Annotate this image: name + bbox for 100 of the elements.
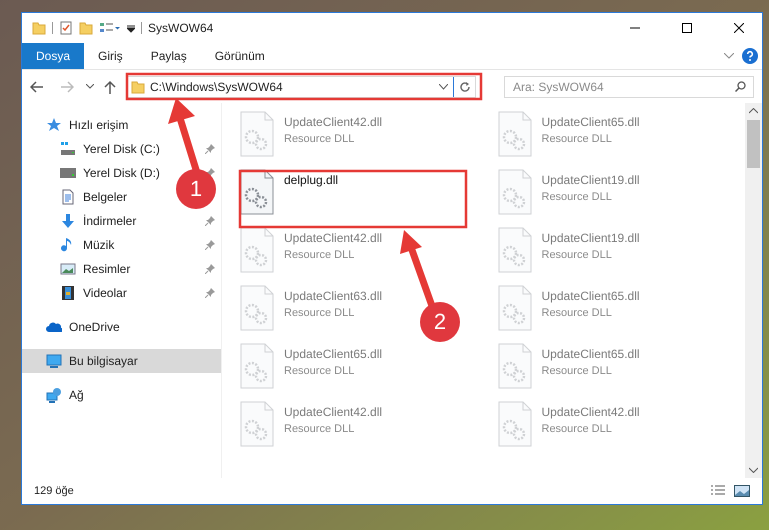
pin-icon[interactable]	[205, 144, 215, 154]
file-type: Resource DLL	[542, 248, 613, 263]
file-type: Resource DLL	[284, 364, 356, 379]
file-item[interactable]: UpdateClient65.dll Resource DLL	[240, 343, 382, 389]
file-type: Resource DLL	[284, 248, 356, 263]
settings-file-icon	[498, 227, 532, 273]
file-item[interactable]: UpdateClient42.dll Resource DLL	[240, 227, 382, 273]
settings-file-icon	[498, 401, 532, 447]
file-name: delplug.dll	[284, 172, 338, 189]
scroll-thumb[interactable]	[747, 120, 760, 168]
file-type: Resource DLL	[542, 306, 613, 321]
file-name: UpdateClient42.dll	[284, 114, 382, 131]
file-name: UpdateClient65.dll	[542, 288, 640, 305]
search-icon[interactable]	[735, 80, 746, 92]
file-item[interactable]: UpdateClient65.dll Resource DLL	[498, 111, 640, 157]
pin-icon[interactable]	[205, 288, 215, 298]
address-bar[interactable]: C:\Windows\SysWOW64	[126, 76, 476, 98]
nav-item[interactable]: İndirmeler	[60, 212, 136, 230]
pin-icon[interactable]	[205, 264, 215, 274]
pin-icon[interactable]	[205, 240, 215, 250]
file-item[interactable]: UpdateClient65.dll Resource DLL	[498, 285, 640, 331]
scrollbar[interactable]	[745, 103, 762, 478]
file-type: Resource DLL	[542, 364, 613, 379]
callout-number: 1	[188, 178, 204, 200]
drive-icon	[60, 141, 76, 157]
file-item[interactable]: UpdateClient42.dll Resource DLL	[240, 401, 382, 447]
nav-item[interactable]: Resimler	[60, 260, 130, 278]
pin-icon[interactable]	[205, 216, 215, 226]
settings-file-icon	[240, 401, 274, 447]
scroll-down-icon[interactable]	[749, 467, 758, 473]
settings-file-icon	[240, 343, 274, 389]
expand-ribbon-icon[interactable]	[724, 53, 734, 59]
search-field[interactable]: Ara: SysWOW64	[504, 76, 754, 98]
file-item[interactable]: UpdateClient19.dll Resource DLL	[498, 169, 640, 215]
window-title: SysWOW64	[148, 20, 214, 37]
close-icon	[734, 23, 744, 33]
settings-file-icon	[240, 285, 274, 331]
document-icon	[60, 189, 76, 205]
file-item[interactable]: UpdateClient42.dll Resource DLL	[498, 401, 640, 447]
down-arrow-icon	[60, 213, 76, 229]
file-item[interactable]: UpdateClient63.dll Resource DLL	[240, 285, 382, 331]
callout-number: 2	[432, 311, 448, 333]
nav-item[interactable]: Belgeler	[60, 188, 128, 206]
customize-toolbar-icon[interactable]	[127, 23, 135, 33]
nav-item[interactable]: Yerel Disk (D:)	[60, 164, 160, 182]
file-type: Resource DLL	[284, 132, 356, 147]
file-item[interactable]: UpdateClient65.dll Resource DLL	[498, 343, 640, 389]
file-name: UpdateClient63.dll	[284, 288, 382, 305]
ribbon-tab[interactable]: Paylaş	[136, 43, 201, 69]
scroll-up-icon[interactable]	[749, 108, 758, 114]
nav-item[interactable]: OneDrive	[46, 318, 120, 336]
file-type: Resource DLL	[542, 422, 613, 437]
file-name: UpdateClient42.dll	[542, 404, 640, 421]
file-item[interactable]: delplug.dll	[240, 169, 338, 215]
picture-icon	[60, 261, 76, 277]
settings-file-icon	[240, 111, 274, 157]
settings-file-icon	[498, 111, 532, 157]
nav-item[interactable]: Videolar	[60, 284, 127, 302]
file-item[interactable]: UpdateClient42.dll Resource DLL	[240, 111, 382, 157]
file-name: UpdateClient42.dll	[284, 404, 382, 421]
file-name: UpdateClient42.dll	[284, 230, 382, 247]
settings-file-icon	[240, 227, 274, 273]
file-name: UpdateClient19.dll	[542, 230, 640, 247]
settings-file-icon	[240, 169, 274, 215]
view-options-icon[interactable]	[99, 21, 121, 35]
folder-icon	[131, 80, 145, 94]
back-arrow-icon[interactable]	[30, 80, 44, 92]
drive-icon	[60, 165, 76, 181]
recent-locations-icon[interactable]	[86, 84, 94, 89]
callout-marker	[176, 169, 216, 209]
nav-item[interactable]: Hızlı erişim	[46, 116, 128, 134]
nav-item[interactable]: Ağ	[46, 386, 84, 404]
up-arrow-icon[interactable]	[104, 80, 116, 94]
item-count: 129 öğe	[34, 484, 74, 499]
help-icon[interactable]	[742, 48, 758, 64]
file-type: Resource DLL	[284, 306, 356, 321]
properties-icon[interactable]	[59, 21, 73, 35]
ribbon-tab[interactable]: Giriş	[84, 43, 137, 69]
file-type: Resource DLL	[542, 190, 613, 205]
star-icon	[46, 117, 62, 133]
details-view-icon[interactable]	[710, 485, 726, 497]
file-type: Resource DLL	[284, 422, 356, 437]
ribbon-tab[interactable]: Görünüm	[200, 43, 279, 69]
file-type: Resource DLL	[542, 132, 613, 147]
file-name: UpdateClient65.dll	[542, 346, 640, 363]
address-path: C:\Windows\SysWOW64	[150, 78, 283, 96]
file-name: UpdateClient65.dll	[284, 346, 382, 363]
settings-file-icon	[498, 343, 532, 389]
ribbon-tab[interactable]: Dosya	[22, 43, 84, 69]
file-name: UpdateClient19.dll	[542, 172, 640, 189]
nav-item[interactable]: Yerel Disk (C:)	[60, 140, 160, 158]
refresh-icon[interactable]	[459, 80, 471, 92]
file-name: UpdateClient65.dll	[542, 114, 640, 131]
large-icons-view-icon[interactable]	[734, 485, 750, 497]
network-icon	[46, 387, 62, 403]
nav-item[interactable]: Bu bilgisayar	[46, 352, 138, 370]
film-icon	[60, 285, 76, 301]
file-item[interactable]: UpdateClient19.dll Resource DLL	[498, 227, 640, 273]
dropdown-caret-icon[interactable]	[439, 84, 448, 90]
nav-item[interactable]: Müzik	[60, 236, 114, 254]
